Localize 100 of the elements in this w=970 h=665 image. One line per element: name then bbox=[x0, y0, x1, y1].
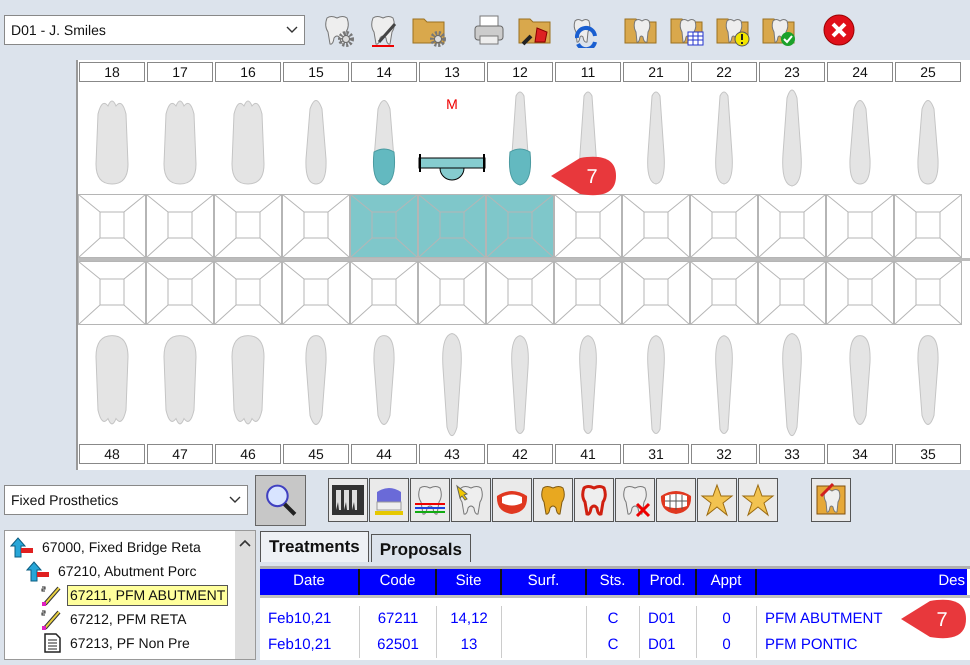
tooth-surface-grid[interactable] bbox=[554, 194, 622, 258]
tooth-number: 47 bbox=[147, 444, 213, 464]
star-button[interactable] bbox=[738, 478, 778, 522]
tooth-surface-grid[interactable] bbox=[146, 194, 214, 258]
search-button[interactable] bbox=[255, 474, 306, 526]
arrow-icon bbox=[9, 536, 35, 558]
tooth-surface-grid[interactable] bbox=[758, 261, 826, 325]
tooth-surface-grid[interactable] bbox=[418, 194, 486, 258]
tooth-number: 42 bbox=[487, 444, 553, 464]
scroll-up-icon[interactable] bbox=[239, 539, 251, 547]
tree-item[interactable]: 67212, PFM RETA bbox=[67, 608, 190, 630]
x-ray-icon bbox=[330, 482, 366, 518]
tooth-outline-button[interactable] bbox=[574, 478, 614, 522]
braces-button[interactable] bbox=[656, 478, 696, 522]
x-ray-button[interactable] bbox=[328, 478, 368, 522]
tooth-number: 43 bbox=[419, 444, 485, 464]
tooth-surface-grid[interactable] bbox=[146, 261, 214, 325]
tooth-number: 41 bbox=[555, 444, 621, 464]
table-cell: 14,12 bbox=[450, 610, 488, 627]
tooth-number: 35 bbox=[895, 444, 961, 464]
tooth-surface-grid[interactable] bbox=[214, 261, 282, 325]
table-cell: PFM PONTIC bbox=[765, 636, 858, 653]
tooth-surface-grid[interactable] bbox=[78, 194, 146, 258]
tooth-lines-button[interactable] bbox=[410, 478, 450, 522]
table-cell: 67211 bbox=[378, 610, 418, 627]
tooth-number: 21 bbox=[623, 62, 689, 82]
tooth-surface-grid[interactable] bbox=[826, 261, 894, 325]
tooth-surface-grid[interactable] bbox=[486, 261, 554, 325]
table-cell: D01 bbox=[648, 636, 676, 653]
arrow-icon bbox=[25, 560, 51, 582]
tooth-x-button[interactable] bbox=[615, 478, 655, 522]
pencil-icon bbox=[41, 584, 63, 606]
star-icon bbox=[699, 482, 735, 518]
tooth-number: 25 bbox=[895, 62, 961, 82]
bridge-marker: M bbox=[445, 96, 459, 112]
tooth-surface-grid[interactable] bbox=[826, 194, 894, 258]
callout-badge: 7 bbox=[900, 599, 968, 639]
tree-item[interactable]: 67210, Abutment Porc bbox=[55, 560, 200, 582]
tab[interactable]: Treatments bbox=[260, 531, 369, 562]
tooth-number: 48 bbox=[79, 444, 145, 464]
table-cell: C bbox=[608, 610, 618, 627]
tooth-surface-grid[interactable] bbox=[690, 194, 758, 258]
table-cell: D01 bbox=[648, 610, 676, 627]
tooth-surface-grid[interactable] bbox=[486, 194, 554, 258]
tooth-surface-grid[interactable] bbox=[758, 194, 826, 258]
column-header[interactable]: Sts. bbox=[587, 569, 640, 595]
tooth-number: 11 bbox=[555, 62, 621, 82]
denture-button[interactable] bbox=[492, 478, 532, 522]
close-icon[interactable] bbox=[821, 12, 857, 48]
tooth-number: 17 bbox=[147, 62, 213, 82]
tooth-surface-grid[interactable] bbox=[282, 194, 350, 258]
tooth-surface-grid[interactable] bbox=[690, 261, 758, 325]
tooth-surface-grid[interactable] bbox=[894, 261, 962, 325]
column-header[interactable]: Date bbox=[260, 569, 360, 595]
column-header[interactable]: Des bbox=[757, 569, 967, 595]
table-cell: 0 bbox=[722, 610, 731, 627]
table-cell: Feb10,21 bbox=[268, 610, 332, 627]
tooth-surface-grid[interactable] bbox=[282, 261, 350, 325]
toothbrush-button[interactable] bbox=[369, 478, 409, 522]
column-header[interactable]: Site bbox=[437, 569, 502, 595]
tooth-number: 22 bbox=[691, 62, 757, 82]
table-cell: PFM ABUTMENT bbox=[765, 610, 883, 627]
tree-item[interactable]: 67000, Fixed Bridge Reta bbox=[39, 536, 204, 558]
tooth-surface-grid[interactable] bbox=[622, 194, 690, 258]
tree-item[interactable]: 67213, PF Non Pre bbox=[67, 632, 193, 654]
pencil-icon bbox=[41, 608, 63, 630]
dropdown[interactable]: D01 - J. Smiles bbox=[4, 15, 305, 45]
tooth-surface-grid[interactable] bbox=[350, 261, 418, 325]
column-header[interactable]: Prod. bbox=[640, 569, 697, 595]
tooth-surface-grid[interactable] bbox=[214, 194, 282, 258]
tooth-surface-grid[interactable] bbox=[894, 194, 962, 258]
tooth-arrow-button[interactable] bbox=[451, 478, 491, 522]
tooth-surface-grid[interactable] bbox=[554, 261, 622, 325]
star-button[interactable] bbox=[697, 478, 737, 522]
table-cell: 62501 bbox=[377, 636, 419, 653]
tooth-number: 44 bbox=[351, 444, 417, 464]
tooth-number: 18 bbox=[79, 62, 145, 82]
column-header[interactable]: Code bbox=[360, 569, 437, 595]
tooth-number: 45 bbox=[283, 444, 349, 464]
star-icon bbox=[740, 482, 776, 518]
tooth-number: 13 bbox=[419, 62, 485, 82]
tooth-number: 23 bbox=[759, 62, 825, 82]
scrollbar[interactable] bbox=[235, 531, 255, 659]
tooth-surface-grid[interactable] bbox=[350, 194, 418, 258]
tooth-number: 14 bbox=[351, 62, 417, 82]
tab[interactable]: Proposals bbox=[370, 534, 471, 562]
column-header[interactable]: Appt bbox=[697, 569, 757, 595]
tooth-surface-grid[interactable] bbox=[78, 261, 146, 325]
column-header[interactable]: Surf. bbox=[502, 569, 587, 595]
tooth-number: 31 bbox=[623, 444, 689, 464]
caret-icon bbox=[229, 496, 241, 504]
table-cell: 0 bbox=[722, 636, 731, 653]
bridge-pontic-drawing bbox=[418, 153, 486, 180]
tree-item[interactable]: 67211, PFM ABUTMENT bbox=[67, 584, 228, 606]
crown-button[interactable] bbox=[533, 478, 573, 522]
dropdown[interactable]: Fixed Prosthetics bbox=[4, 485, 248, 515]
tooth-surface-grid[interactable] bbox=[622, 261, 690, 325]
tooth-pen-button[interactable] bbox=[811, 478, 851, 522]
tooth-surface-grid[interactable] bbox=[418, 261, 486, 325]
table-cell: Feb10,21 bbox=[268, 636, 332, 653]
